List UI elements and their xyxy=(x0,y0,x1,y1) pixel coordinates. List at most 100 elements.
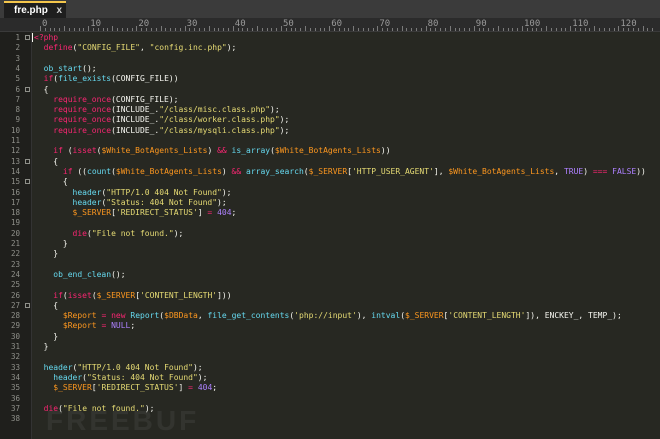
ruler-label: 40 xyxy=(234,19,246,29)
fold-toggle-icon[interactable] xyxy=(25,35,30,40)
ruler-tick xyxy=(415,28,417,31)
ruler-tick xyxy=(256,26,258,31)
line-number: 11 xyxy=(10,136,20,145)
line-number: 24 xyxy=(10,269,20,279)
line-number: 3 xyxy=(15,53,20,63)
code-line[interactable]: header("HTTP/1.0 404 Not Found"); xyxy=(34,363,203,373)
code-line[interactable]: } xyxy=(34,342,49,352)
fold-toggle-icon[interactable] xyxy=(25,86,30,92)
code-line[interactable]: header("Status: 404 Not Found"); xyxy=(34,198,227,208)
line-number: 25 xyxy=(10,280,20,290)
ruler-tick xyxy=(252,28,254,31)
line-number: 22 xyxy=(10,249,20,259)
line-number: 31 xyxy=(10,342,20,351)
ruler-tick xyxy=(324,28,326,31)
code-line[interactable]: if(file_exists(CONFIG_FILE)) xyxy=(34,74,179,84)
ruler-tick xyxy=(613,28,615,31)
tab-bar: fre.php x xyxy=(0,0,660,18)
fold-toggle-icon[interactable] xyxy=(25,179,30,185)
line-number: 9 xyxy=(15,115,20,125)
code-line[interactable]: if(isset($_SERVER['CONTENT_LENGTH'])) xyxy=(34,291,231,301)
code-line[interactable]: die("File not found."); xyxy=(34,229,184,239)
code-line[interactable]: if ((count($White_BotAgents_Lists) && ar… xyxy=(34,167,646,177)
ruler-tick xyxy=(160,26,162,31)
code-line[interactable]: ob_start(); xyxy=(34,64,97,74)
ruler-tick xyxy=(40,26,41,31)
code-line[interactable]: } xyxy=(34,239,68,249)
ruler-tick xyxy=(512,28,514,31)
ruler-tick xyxy=(406,28,408,31)
fold-toggle-icon[interactable] xyxy=(25,302,30,308)
code-line[interactable]: { xyxy=(34,301,58,311)
code-line[interactable]: if (isset($White_BotAgents_Lists) && is_… xyxy=(34,146,390,156)
ruler-tick xyxy=(150,28,152,31)
column-ruler: 0 10 20 30 40 50 60 70 80 90 100 110 120 xyxy=(0,18,660,32)
ruler-tick xyxy=(184,26,186,31)
ruler-tick xyxy=(411,28,413,31)
line-number: 32 xyxy=(10,352,20,362)
ruler-tick xyxy=(459,28,461,31)
code-line[interactable]: { xyxy=(34,85,49,95)
code-line[interactable]: $_SERVER['REDIRECT_STATUS'] = 404; xyxy=(34,383,217,393)
watermark-text: FREEBUF xyxy=(46,405,200,436)
tab-title: fre.php xyxy=(14,5,48,16)
ruler-tick xyxy=(401,26,403,31)
code-line[interactable]: { xyxy=(34,177,68,187)
ruler-tick xyxy=(478,28,480,31)
ruler-label: 20 xyxy=(138,19,150,29)
ruler-tick xyxy=(73,28,75,31)
code-line[interactable]: require_once(INCLUDE_."/class/worker.cla… xyxy=(34,115,289,125)
close-icon[interactable]: x xyxy=(56,3,62,18)
ruler-tick xyxy=(83,28,85,31)
ruler-tick xyxy=(637,28,639,31)
ruler-tick xyxy=(632,28,634,31)
code-line[interactable]: header("HTTP/1.0 404 Not Found"); xyxy=(34,188,232,198)
ruler-tick xyxy=(584,28,586,31)
ruler-tick xyxy=(97,28,99,31)
ruler-tick xyxy=(550,28,552,31)
ruler-tick xyxy=(295,28,297,31)
code-line[interactable]: { xyxy=(34,157,58,167)
fold-toggle-icon[interactable] xyxy=(25,158,30,164)
tab-fre-php[interactable]: fre.php x xyxy=(4,1,66,18)
code-line[interactable]: $_SERVER['REDIRECT_STATUS'] = 404; xyxy=(34,208,237,218)
code-line[interactable]: <?php xyxy=(34,33,58,43)
line-number: 21 xyxy=(10,239,20,248)
ruler-tick xyxy=(575,28,577,31)
code-editor[interactable]: 1 <?php 2 define("CONFIG_FILE", "config.in… xyxy=(0,32,660,439)
code-line[interactable]: $Report = new Report($DBData, file_get_c… xyxy=(34,311,622,321)
code-line[interactable]: require_once(INCLUDE_."/class/misc.class… xyxy=(34,105,279,115)
line-number: 4 xyxy=(15,63,20,73)
code-line[interactable]: require_once(CONFIG_FILE); xyxy=(34,95,178,105)
ruler-tick xyxy=(93,28,95,31)
code-line[interactable]: ob_end_clean(); xyxy=(34,270,125,280)
ruler-tick xyxy=(141,28,143,31)
ruler-tick xyxy=(309,28,311,31)
code-line[interactable]: define("CONFIG_FILE", "config.inc.php"); xyxy=(34,43,237,53)
ruler-tick xyxy=(526,28,528,31)
ruler-tick xyxy=(618,26,620,31)
ruler-tick xyxy=(497,26,499,31)
code-line[interactable]: } xyxy=(34,249,58,259)
code-line[interactable]: } xyxy=(34,332,58,342)
ruler-tick xyxy=(396,28,398,31)
ruler-tick xyxy=(199,28,201,31)
ruler-tick xyxy=(440,28,442,31)
line-number: 1 xyxy=(15,33,20,42)
ruler-tick xyxy=(54,28,56,31)
ruler-tick xyxy=(372,28,374,31)
ruler-tick xyxy=(290,28,292,31)
ruler-label: 80 xyxy=(427,19,439,29)
ruler-tick xyxy=(473,26,475,31)
ruler-tick xyxy=(165,28,167,31)
code-line[interactable]: header("Status: 404 Not Found"); xyxy=(34,373,207,383)
line-number: 2 xyxy=(15,43,20,53)
line-number: 36 xyxy=(10,393,20,403)
ruler-tick xyxy=(271,28,273,31)
text-cursor xyxy=(32,33,33,42)
code-line[interactable]: require_once(INCLUDE_."/class/mysqli.cla… xyxy=(34,126,289,136)
code-line[interactable]: $Report = NULL; xyxy=(34,321,135,331)
ruler-tick xyxy=(358,28,360,31)
line-number: 17 xyxy=(10,197,20,207)
ruler-tick xyxy=(502,28,504,31)
